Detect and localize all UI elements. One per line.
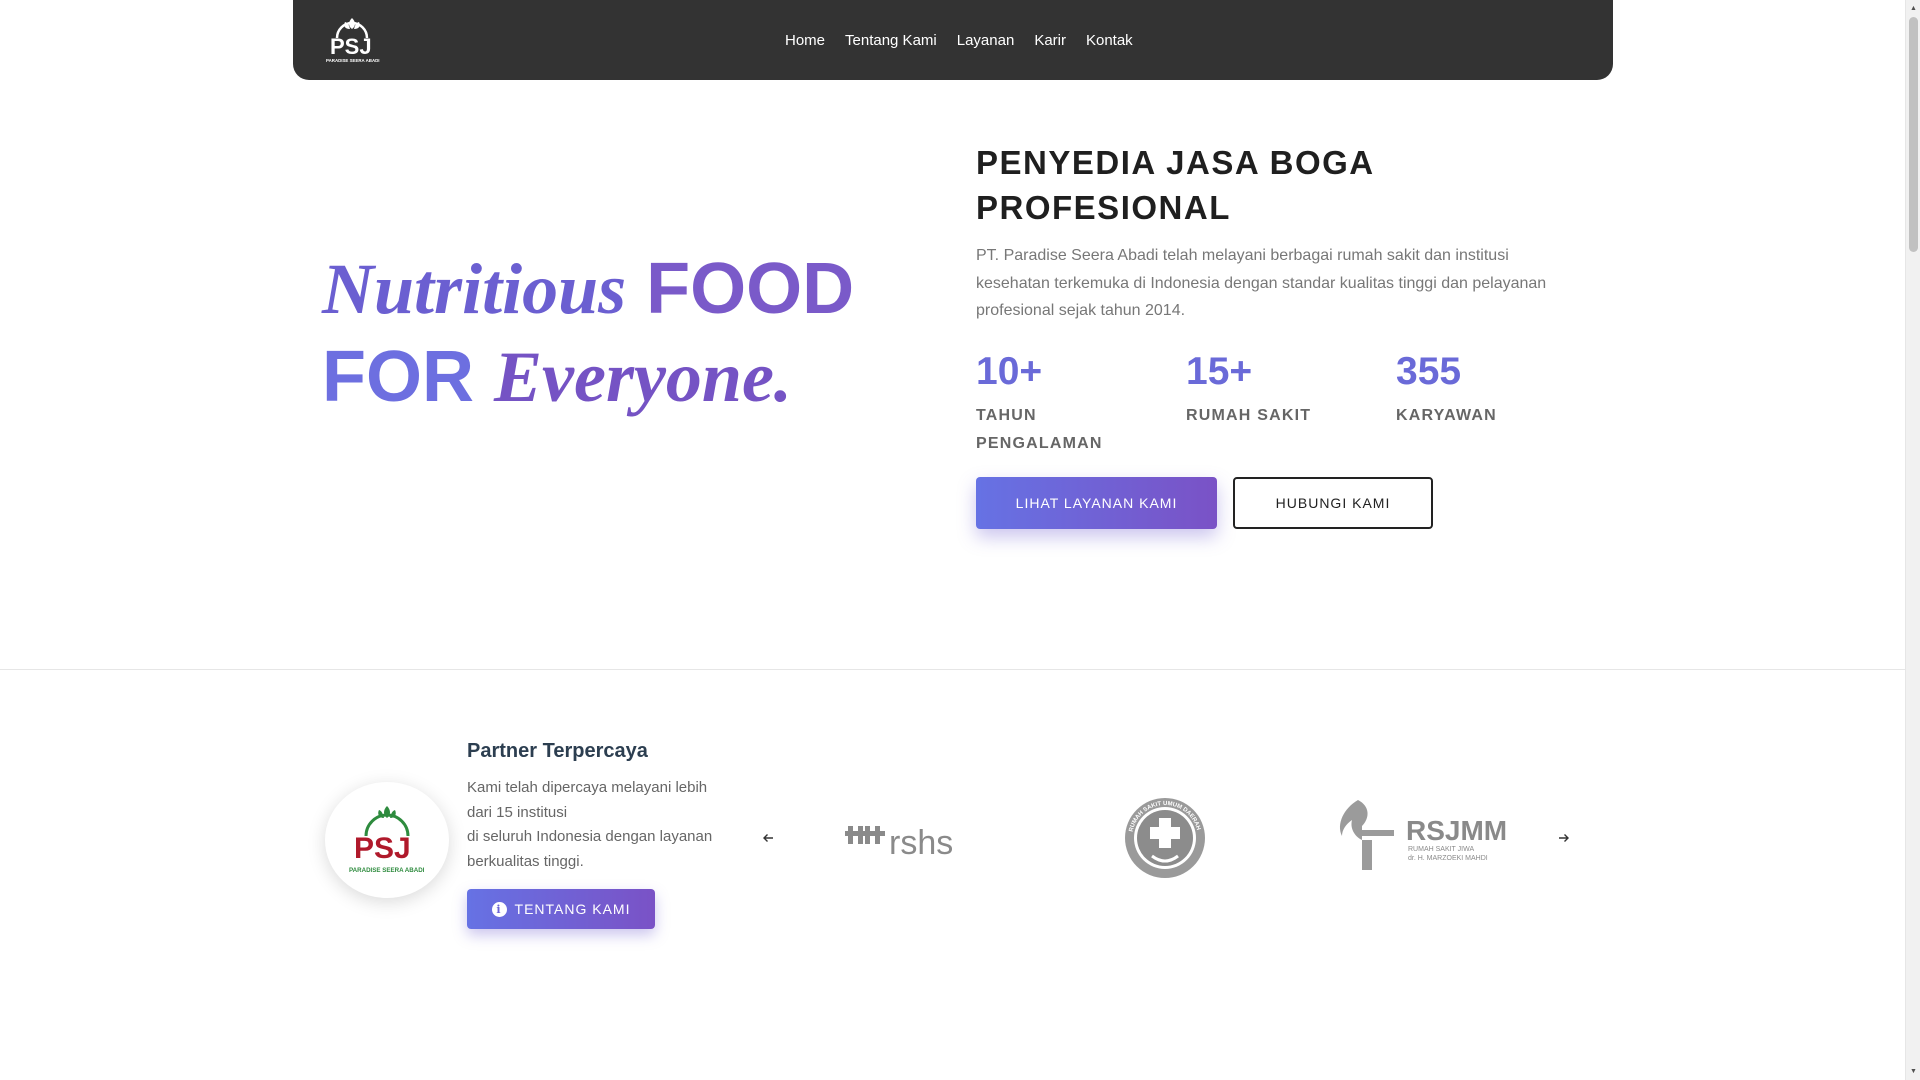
partner-description-line2: di seluruh Indonesia dengan layanan berk…	[467, 828, 713, 870]
partner-logo-rsud[interactable]: RUMAH SAKIT UMUM DAERAH	[1122, 796, 1208, 880]
arrow-left-icon[interactable]	[756, 826, 780, 850]
hero-title: Nutritious FOOD FOR Everyone.	[322, 245, 854, 421]
svg-text:PARADISE SEERA ABADI: PARADISE SEERA ABADI	[326, 58, 380, 63]
hero-title-everyone: Everyone.	[494, 337, 792, 417]
info-icon: i	[491, 901, 507, 917]
stats-row: 10+ TAHUN PENGALAMAN 15+ RUMAH SAKIT 355…	[976, 350, 1606, 458]
hero-title-food: FOOD	[646, 249, 855, 329]
svg-text:dr. H. MARZOEKI MAHDI: dr. H. MARZOEKI MAHDI	[1408, 855, 1488, 862]
stat-label: TAHUN PENGALAMAN	[976, 407, 1103, 452]
nav-tentang-kami[interactable]: Tentang Kami	[835, 32, 947, 49]
psj-color-logo-icon: PSJ PARADISE SEERA ABADI	[349, 806, 425, 874]
brand-logo[interactable]: PSJ PARADISE SEERA ABADI	[323, 14, 381, 64]
nav-home[interactable]: Home	[775, 32, 835, 49]
scrollbar-thumb[interactable]	[1909, 17, 1918, 252]
partner-description-line1: Kami telah dipercaya melayani lebih dari…	[467, 779, 708, 821]
stat-experience: 10+ TAHUN PENGALAMAN	[976, 350, 1186, 458]
stat-value: 15+	[1186, 350, 1253, 393]
psj-logo-icon: PSJ PARADISE SEERA ABADI	[326, 18, 380, 63]
rsud-emblem-icon: RUMAH SAKIT UMUM DAERAH	[1125, 798, 1205, 878]
stat-label: RUMAH SAKIT	[1186, 407, 1312, 424]
stat-value: 10+	[976, 350, 1043, 393]
stat-hospitals: 15+ RUMAH SAKIT	[1186, 350, 1396, 458]
stat-employees: 355 KARYAWAN	[1396, 350, 1606, 458]
svg-text:RUMAH SAKIT JIWA: RUMAH SAKIT JIWA	[1408, 846, 1474, 853]
partner-title: Partner Terpercaya	[467, 740, 648, 762]
nav-karir[interactable]: Karir	[1024, 32, 1076, 49]
about-us-label: TENTANG KAMI	[514, 901, 631, 917]
contact-us-button[interactable]: HUBUNGI KAMI	[1233, 477, 1433, 529]
svg-text:rshs: rshs	[889, 824, 953, 862]
svg-text:PSJ: PSJ	[330, 34, 372, 59]
stat-value: 355	[1396, 350, 1462, 393]
partner-description: Kami telah dipercaya melayani lebih dari…	[467, 776, 732, 874]
section-divider	[0, 669, 1905, 670]
stat-label: KARYAWAN	[1396, 407, 1497, 424]
partner-logo-rshs[interactable]: rshs	[845, 810, 970, 866]
arrow-right-icon[interactable]	[1552, 826, 1576, 850]
rsjmm-logo-icon: RSJMM RUMAH SAKIT JIWA dr. H. MARZOEKI M…	[1339, 800, 1507, 870]
svg-text:PARADISE SEERA ABADI: PARADISE SEERA ABADI	[349, 867, 425, 874]
hero-title-nutritious: Nutritious	[322, 249, 627, 329]
hero-content: PENYEDIA JASA BOGA PROFESIONAL PT. Parad…	[976, 140, 1576, 325]
rshs-logo-icon: rshs	[845, 824, 953, 862]
page: PSJ PARADISE SEERA ABADI Home Tentang Ka…	[0, 0, 1905, 1080]
svg-text:RSJMM: RSJMM	[1406, 815, 1507, 846]
company-logo-badge: PSJ PARADISE SEERA ABADI	[325, 782, 449, 898]
nav-layanan[interactable]: Layanan	[947, 32, 1025, 49]
nav-kontak[interactable]: Kontak	[1076, 32, 1143, 49]
scroll-down-icon[interactable]: ▼	[1906, 1063, 1920, 1080]
about-us-button[interactable]: i TENTANG KAMI	[467, 889, 655, 929]
page-scrollbar[interactable]: ▲ ▼	[1905, 0, 1920, 1080]
partner-logo-rsjmm[interactable]: RSJMM RUMAH SAKIT JIWA dr. H. MARZOEKI M…	[1336, 796, 1508, 874]
main-nav: Home Tentang Kami Layanan Karir Kontak	[775, 0, 1143, 80]
navbar: PSJ PARADISE SEERA ABADI Home Tentang Ka…	[293, 0, 1613, 80]
svg-text:PSJ: PSJ	[354, 832, 411, 865]
view-services-button[interactable]: LIHAT LAYANAN KAMI	[976, 477, 1217, 529]
hero-title-for: FOR	[322, 337, 474, 417]
hero-description: PT. Paradise Seera Abadi telah melayani …	[976, 247, 1547, 319]
hero-heading: PENYEDIA JASA BOGA PROFESIONAL	[976, 144, 1374, 226]
scroll-up-icon[interactable]: ▲	[1906, 0, 1920, 17]
